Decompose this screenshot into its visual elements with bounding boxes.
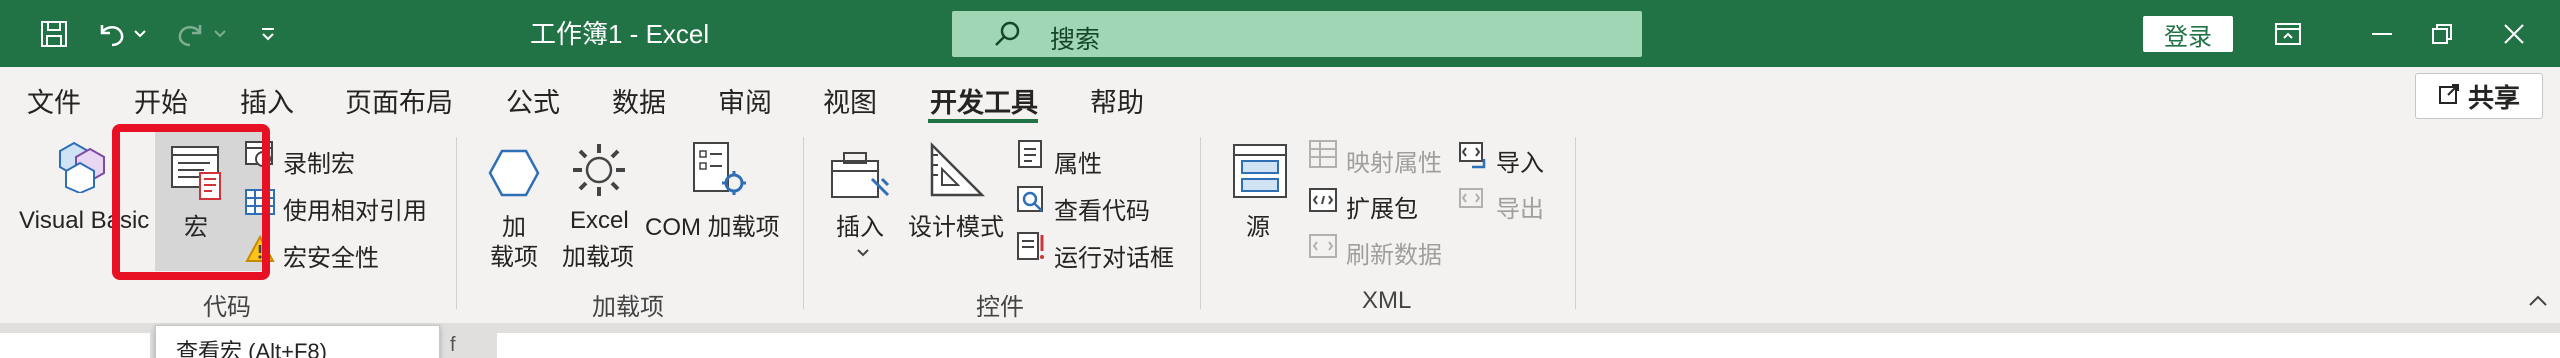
view-code-button[interactable]: 查看代码 [1054, 191, 1150, 226]
share-label: 共享 [2467, 82, 2520, 113]
tab-page-layout[interactable]: 页面布局 [345, 81, 453, 120]
group-label-xml: XML [1362, 287, 1412, 314]
macros-tooltip: 查看宏 (Alt+F8) [155, 325, 440, 358]
login-button[interactable]: 登录 [2143, 16, 2233, 52]
group-label-addins: 加载项 [592, 294, 664, 321]
com-addins-icon [690, 141, 748, 204]
excel-addins-icon [570, 141, 628, 204]
xml-import-button[interactable]: 导入 [1496, 143, 1544, 178]
minimize-icon[interactable] [2358, 14, 2406, 54]
annotation-highlight [112, 124, 270, 280]
ribbon-display-options-icon[interactable] [2264, 14, 2312, 54]
expansion-packs-icon [1308, 185, 1338, 220]
com-addins-button[interactable]: COM 加载项 [645, 207, 780, 242]
formula-input[interactable] [497, 333, 2560, 358]
properties-icon [1016, 139, 1046, 174]
expansion-packs-button[interactable]: 扩展包 [1346, 189, 1418, 224]
xml-source-icon [1232, 143, 1288, 204]
restore-icon[interactable] [2418, 14, 2466, 54]
undo-icon[interactable] [92, 14, 132, 54]
customize-quick-access-icon[interactable] [248, 14, 288, 54]
design-mode-button[interactable]: 设计模式 [908, 207, 1004, 242]
tab-file[interactable]: 文件 [27, 81, 81, 120]
xml-import-icon [1458, 139, 1488, 174]
tab-developer[interactable]: 开发工具 [930, 81, 1038, 120]
tab-data[interactable]: 数据 [612, 81, 666, 120]
group-separator [803, 137, 804, 309]
name-box[interactable] [0, 333, 150, 358]
relative-refs-button[interactable]: 使用相对引用 [283, 191, 427, 226]
xml-export-button[interactable]: 导出 [1496, 189, 1544, 224]
group-label-controls: 控件 [976, 294, 1024, 321]
insert-control-dropdown-icon[interactable] [856, 245, 870, 263]
search-placeholder: 搜索 [1050, 26, 1101, 54]
refresh-data-icon [1308, 231, 1338, 266]
redo-dropdown-icon[interactable] [210, 14, 230, 54]
insert-control-button[interactable]: 插入 [836, 207, 884, 242]
visual-basic-icon [52, 137, 108, 198]
window-title: 工作簿1 - Excel [530, 19, 710, 49]
group-separator [1575, 137, 1576, 309]
addins-icon [486, 145, 542, 206]
group-separator [1200, 137, 1201, 309]
map-properties-icon [1308, 139, 1338, 174]
group-label-code: 代码 [203, 294, 251, 321]
active-tab-indicator [928, 119, 1038, 123]
search-icon [992, 19, 1022, 49]
undo-dropdown-icon[interactable] [130, 14, 150, 54]
share-icon [2438, 81, 2462, 112]
title-bar: 工作簿1 - Excel 搜索 登录 [0, 0, 2560, 67]
save-icon[interactable] [34, 14, 74, 54]
properties-button[interactable]: 属性 [1054, 144, 1102, 179]
ribbon-tabs: 文件 开始 插入 页面布局 公式 数据 审阅 视图 开发工具 帮助 共享 [0, 67, 2560, 127]
excel-addins-button-line1[interactable]: Excel [570, 207, 629, 235]
insert-control-icon [830, 149, 892, 206]
view-code-icon [1016, 185, 1046, 220]
tab-insert[interactable]: 插入 [240, 81, 294, 120]
record-macro-button[interactable]: 录制宏 [283, 144, 355, 179]
xml-export-icon [1458, 185, 1488, 220]
collapse-ribbon-icon[interactable] [2528, 293, 2548, 314]
redo-icon[interactable] [170, 14, 210, 54]
xml-source-button[interactable]: 源 [1246, 207, 1270, 242]
tab-formulas[interactable]: 公式 [506, 81, 560, 120]
design-mode-icon [928, 141, 986, 204]
tab-home[interactable]: 开始 [134, 81, 188, 120]
macro-security-button[interactable]: 宏安全性 [283, 238, 379, 273]
run-dialog-icon [1016, 231, 1046, 266]
share-button[interactable]: 共享 [2415, 73, 2543, 119]
map-properties-button[interactable]: 映射属性 [1346, 143, 1442, 178]
tab-view[interactable]: 视图 [823, 81, 877, 120]
refresh-data-button[interactable]: 刷新数据 [1346, 235, 1442, 270]
tab-help[interactable]: 帮助 [1090, 81, 1144, 120]
addins-button-line2[interactable]: 载项 [490, 237, 538, 272]
tab-review[interactable]: 审阅 [718, 81, 772, 120]
search-input[interactable]: 搜索 [952, 11, 1642, 57]
insert-function-icon[interactable]: f [450, 334, 456, 357]
group-separator [456, 137, 457, 309]
run-dialog-button[interactable]: 运行对话框 [1054, 238, 1174, 273]
close-icon[interactable] [2490, 14, 2538, 54]
excel-addins-button-line2[interactable]: 加载项 [562, 237, 634, 272]
ribbon: Visual Basic 宏 录制宏 使用相对引用 宏安全性 代码 加 载项 E… [0, 127, 2560, 323]
